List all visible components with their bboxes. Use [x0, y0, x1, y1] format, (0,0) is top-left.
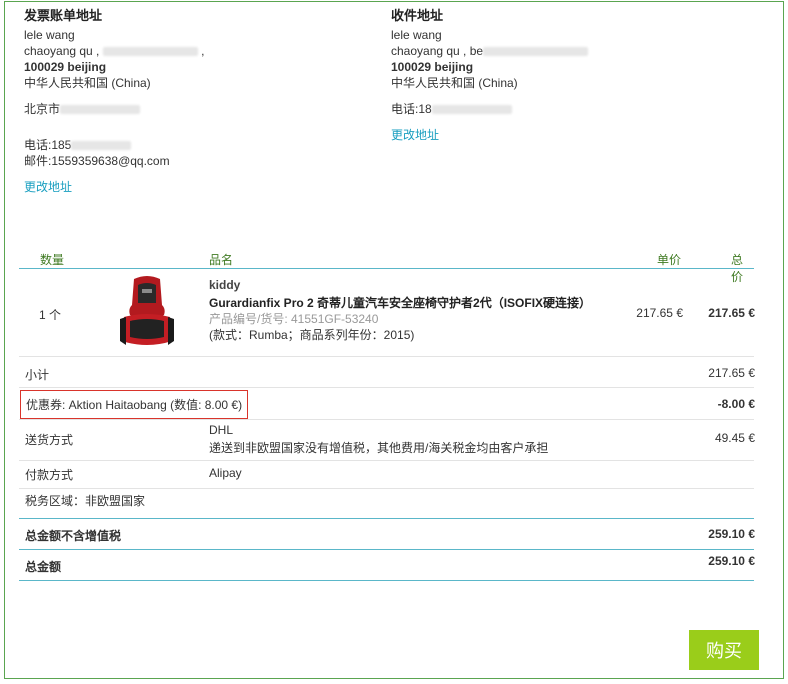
shipping-note: 递送到非欧盟国家没有增值税，其他费用/海关税金均由客户承担 — [209, 441, 549, 455]
shipping-method-label: 送货方式 — [25, 433, 74, 447]
shipping-title: 收件地址 — [391, 8, 444, 23]
product-brand: kiddy — [209, 278, 241, 292]
tax-zone: 税务区域：非欧盟国家 — [25, 494, 146, 508]
payment-method: Alipay — [209, 466, 242, 480]
billing-name: lele wang — [24, 28, 75, 42]
shipping-value: 49.45 € — [714, 431, 755, 445]
table-row: 1 个 kiddy Gurardianfix Pro 2 奇蒂儿童汽车安全座椅守… — [19, 270, 755, 357]
net-total-value: 259.10 € — [708, 527, 755, 541]
billing-street: chaoyang qu , , — [24, 44, 205, 58]
coupon-label: 优惠券: Aktion Haitaobang (数值: 8.00 €) — [20, 390, 249, 419]
divider — [19, 549, 754, 550]
header-name: 品名 — [209, 253, 234, 267]
coupon-row: 优惠券: Aktion Haitaobang (数值: 8.00 €) -8.0… — [19, 388, 755, 420]
header-qty: 数量 — [40, 253, 65, 267]
items-table-header: 数量 品名 单价 总价 — [19, 251, 754, 284]
product-variant: (款式：Rumba；商品系列年份：2015) — [209, 328, 415, 342]
shipping-method: DHL — [209, 423, 234, 437]
header-unit-price: 单价 — [657, 253, 682, 267]
payment-label: 付款方式 — [25, 468, 74, 482]
divider — [19, 580, 754, 581]
shipping-postal-city: 100029 beijing — [391, 60, 474, 74]
product-unit-price: 217.65 € — [636, 306, 683, 320]
billing-title: 发票账单地址 — [24, 8, 103, 23]
net-total-label: 总金额不含增值税 — [25, 529, 122, 543]
buy-button[interactable]: 购买 — [689, 630, 759, 670]
divider — [19, 518, 754, 519]
billing-email: 邮件:1559359638@qq.com — [24, 154, 170, 168]
billing-edit-link[interactable]: 更改地址 — [24, 179, 204, 195]
payment-row: 付款方式 Alipay — [19, 461, 754, 489]
shipping-edit-link[interactable]: 更改地址 — [391, 127, 588, 143]
shipping-method-row: 送货方式 DHL 递送到非欧盟国家没有增值税，其他费用/海关税金均由客户承担 4… — [19, 420, 755, 461]
subtotal-row: 小计 217.65 € — [19, 357, 755, 388]
product-image[interactable] — [116, 275, 178, 353]
grand-total-label: 总金额 — [25, 560, 62, 574]
subtotal-label: 小计 — [25, 368, 50, 382]
grand-total-value: 259.10 € — [708, 554, 755, 568]
product-sku: 产品编号/货号: 41551GF-53240 — [209, 312, 379, 326]
shipping-phone: 电话:18 — [391, 101, 588, 117]
billing-address: 发票账单地址 lele wang chaoyang qu , , 100029 … — [24, 8, 204, 195]
billing-local-address: 北京市 — [24, 101, 204, 117]
billing-country: 中华人民共和国 (China) — [24, 76, 151, 90]
billing-phone: 电话:185 — [24, 137, 204, 153]
shipping-name: lele wang — [391, 28, 442, 42]
shipping-country: 中华人民共和国 (China) — [391, 76, 518, 90]
shipping-street: chaoyang qu , be — [391, 43, 589, 59]
product-qty: 1 个 — [39, 308, 62, 322]
shipping-address: 收件地址 lele wang chaoyang qu , be 100029 b… — [391, 8, 589, 143]
coupon-value: -8.00 € — [717, 397, 755, 411]
product-title[interactable]: Gurardianfix Pro 2 奇蒂儿童汽车安全座椅守护者2代（ISOFI… — [209, 294, 591, 311]
product-total: 217.65 € — [708, 306, 755, 320]
subtotal-value: 217.65 € — [708, 366, 755, 380]
billing-postal-city: 100029 beijing — [24, 60, 107, 74]
